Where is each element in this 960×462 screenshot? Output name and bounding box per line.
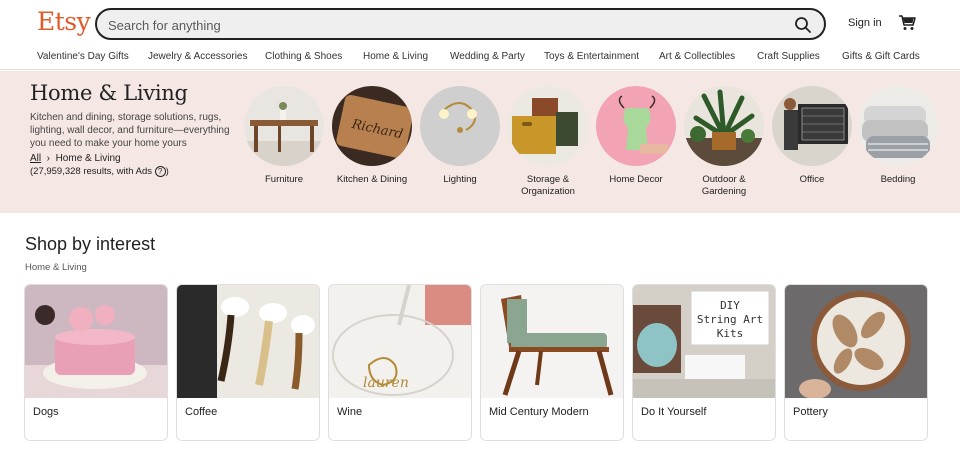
- card-label: Wine: [337, 406, 363, 418]
- bedding-image: [858, 86, 938, 166]
- search-input[interactable]: [108, 15, 768, 35]
- card-label: Pottery: [793, 406, 828, 418]
- svg-text:DIY: DIY: [720, 299, 740, 312]
- card-label: Coffee: [185, 406, 218, 418]
- site-header: Etsy Sign in: [0, 0, 960, 46]
- category-label: Furniture: [264, 174, 303, 185]
- coffee-image: [177, 285, 319, 398]
- nav-item-wedding[interactable]: Wedding & Party: [450, 51, 525, 62]
- category-label: Bedding: [880, 174, 916, 185]
- category-label: Lighting: [443, 174, 477, 185]
- card-label: Do It Yourself: [641, 406, 707, 418]
- chevron-right-icon: ›: [43, 153, 53, 164]
- kitchen-image: Richard: [332, 86, 412, 166]
- breadcrumb-current: Home & Living: [55, 153, 121, 164]
- card-label: Mid Century Modern: [489, 406, 589, 418]
- nav-item-jewelry[interactable]: Jewelry & Accessories: [148, 51, 247, 62]
- nav-item-art[interactable]: Art & Collectibles: [659, 51, 735, 62]
- category-hero: Home & Living Kitchen and dining, storag…: [0, 71, 960, 213]
- office-image: [772, 86, 852, 166]
- card-label: Dogs: [33, 406, 59, 418]
- home-decor-image: [596, 86, 676, 166]
- interest-card-dogs[interactable]: Dogs: [24, 284, 168, 441]
- svg-text:String Art: String Art: [697, 313, 763, 326]
- category-description: Kitchen and dining, storage solutions, r…: [30, 112, 230, 149]
- category-nav: Valentine's Day Gifts Jewelry & Accessor…: [0, 46, 960, 70]
- category-label: Home Decor: [609, 174, 663, 185]
- interest-card-pottery[interactable]: Pottery: [784, 284, 928, 441]
- interest-card-coffee[interactable]: Coffee: [176, 284, 320, 441]
- nav-item-valentines[interactable]: Valentine's Day Gifts: [37, 51, 129, 62]
- results-text: (27,959,328 results, with Ads: [30, 166, 152, 178]
- svg-text:Kits: Kits: [717, 327, 744, 340]
- dogs-image: [25, 285, 167, 398]
- section-subtitle: Home & Living: [25, 262, 87, 273]
- category-label: Outdoor & Gardening: [701, 174, 747, 197]
- category-label: Kitchen & Dining: [336, 174, 408, 185]
- lighting-image: [420, 86, 500, 166]
- question-icon[interactable]: ?: [154, 166, 166, 177]
- pottery-image: [785, 285, 927, 399]
- wine-image: lauren: [329, 285, 471, 398]
- furniture-image: [244, 86, 324, 166]
- nav-item-clothing[interactable]: Clothing & Shoes: [265, 51, 342, 62]
- mid-century-chair-image: [481, 285, 623, 398]
- results-close: ): [165, 166, 169, 178]
- cart-icon[interactable]: [898, 14, 916, 31]
- search-icon[interactable]: [794, 16, 812, 34]
- etsy-logo[interactable]: Etsy: [37, 7, 91, 36]
- category-label: Office: [799, 174, 825, 185]
- interest-card-diy[interactable]: DIY String Art Kits Do It Yourself: [632, 284, 776, 441]
- nav-item-home-living[interactable]: Home & Living: [363, 51, 428, 62]
- category-label: Storage & Organization: [521, 174, 575, 197]
- nav-item-gifts[interactable]: Gifts & Gift Cards: [842, 51, 920, 62]
- outdoor-image: [684, 86, 764, 166]
- section-title: Shop by interest: [25, 234, 156, 254]
- interest-card-wine[interactable]: lauren Wine: [328, 284, 472, 441]
- search-bar[interactable]: [95, 8, 826, 40]
- sign-in-link[interactable]: Sign in: [848, 17, 882, 29]
- storage-image: [508, 86, 588, 166]
- breadcrumb: All › Home & Living: [30, 153, 121, 164]
- svg-text:lauren: lauren: [363, 375, 409, 391]
- nav-item-toys[interactable]: Toys & Entertainment: [544, 51, 639, 62]
- string-art-kit-image: DIY String Art Kits: [633, 285, 775, 398]
- page-title: Home & Living: [30, 81, 188, 105]
- breadcrumb-all-link[interactable]: All: [30, 153, 41, 164]
- interest-card-mid-century-modern[interactable]: Mid Century Modern: [480, 284, 624, 441]
- nav-item-craft[interactable]: Craft Supplies: [757, 51, 820, 62]
- results-count: (27,959,328 results, with Ads ?): [30, 166, 169, 177]
